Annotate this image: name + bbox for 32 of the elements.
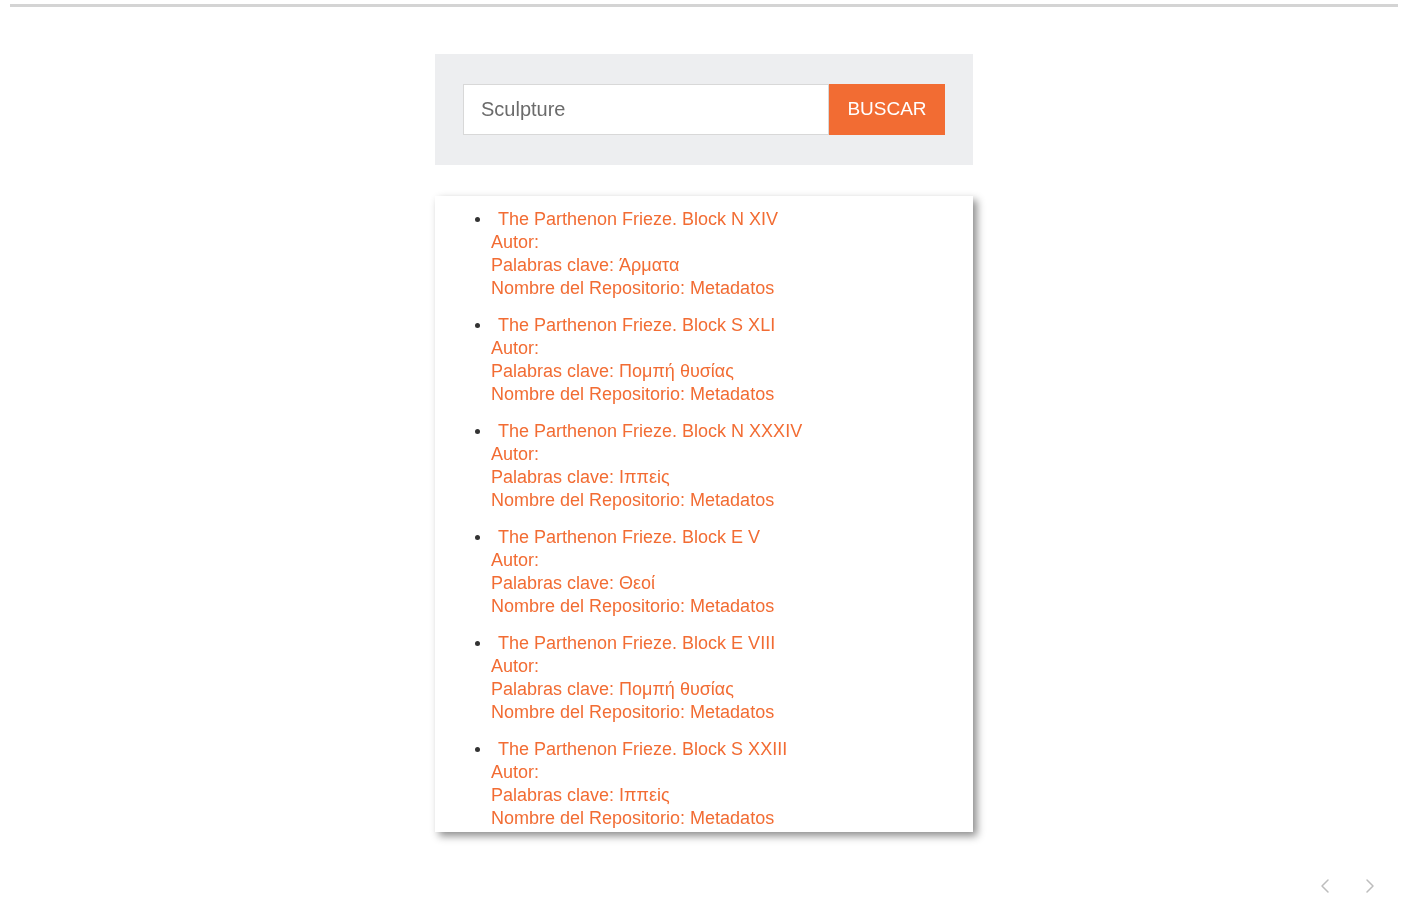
result-title-link[interactable]: The Parthenon Frieze. Block S XLI — [498, 314, 776, 337]
result-title-link[interactable]: The Parthenon Frieze. Block N XXXIV — [498, 420, 803, 443]
bullet-icon — [475, 323, 480, 328]
bullet-icon — [475, 429, 480, 434]
search-button[interactable]: BUSCAR — [829, 84, 945, 135]
author-text: Autor: — [491, 655, 540, 678]
keywords-text: Palabras clave: Πομπή θυσίας — [491, 678, 734, 701]
keywords-text: Palabras clave: Θεοί — [491, 572, 656, 595]
author-text: Autor: — [491, 443, 540, 466]
repository-text: Nombre del Repositorio: Metadatos — [491, 489, 775, 512]
keywords-text: Palabras clave: Πομπή θυσίας — [491, 360, 734, 383]
result-title-link[interactable]: The Parthenon Frieze. Block E VIII — [498, 632, 776, 655]
keywords-text: Palabras clave: Ιππεiς — [491, 784, 670, 807]
search-field[interactable]: Sculpture — [463, 84, 829, 135]
bullet-icon — [475, 747, 480, 752]
repository-text: Nombre del Repositorio: Metadatos — [491, 383, 775, 406]
result-title-link[interactable]: The Parthenon Frieze. Block E V — [498, 526, 761, 549]
result-title-link[interactable]: The Parthenon Frieze. Block N XIV — [498, 208, 779, 231]
author-text: Autor: — [491, 337, 540, 360]
author-text: Autor: — [491, 549, 540, 572]
bullet-icon — [475, 217, 480, 222]
bullet-icon — [475, 535, 480, 540]
repository-text: Nombre del Repositorio: Metadatos — [491, 595, 775, 618]
keywords-text: Palabras clave: Ιππεiς — [491, 466, 670, 489]
keywords-text: Palabras clave: Άρματα — [491, 254, 680, 277]
author-text: Autor: — [491, 231, 540, 254]
bullet-icon — [475, 641, 480, 646]
result-title-link[interactable]: The Parthenon Frieze. Block S XXIII — [498, 738, 788, 761]
repository-text: Nombre del Repositorio: Metadatos — [491, 701, 775, 724]
repository-text: Nombre del Repositorio: Metadatos — [491, 807, 775, 830]
author-text: Autor: — [491, 761, 540, 784]
repository-text: Nombre del Repositorio: Metadatos — [491, 277, 775, 300]
